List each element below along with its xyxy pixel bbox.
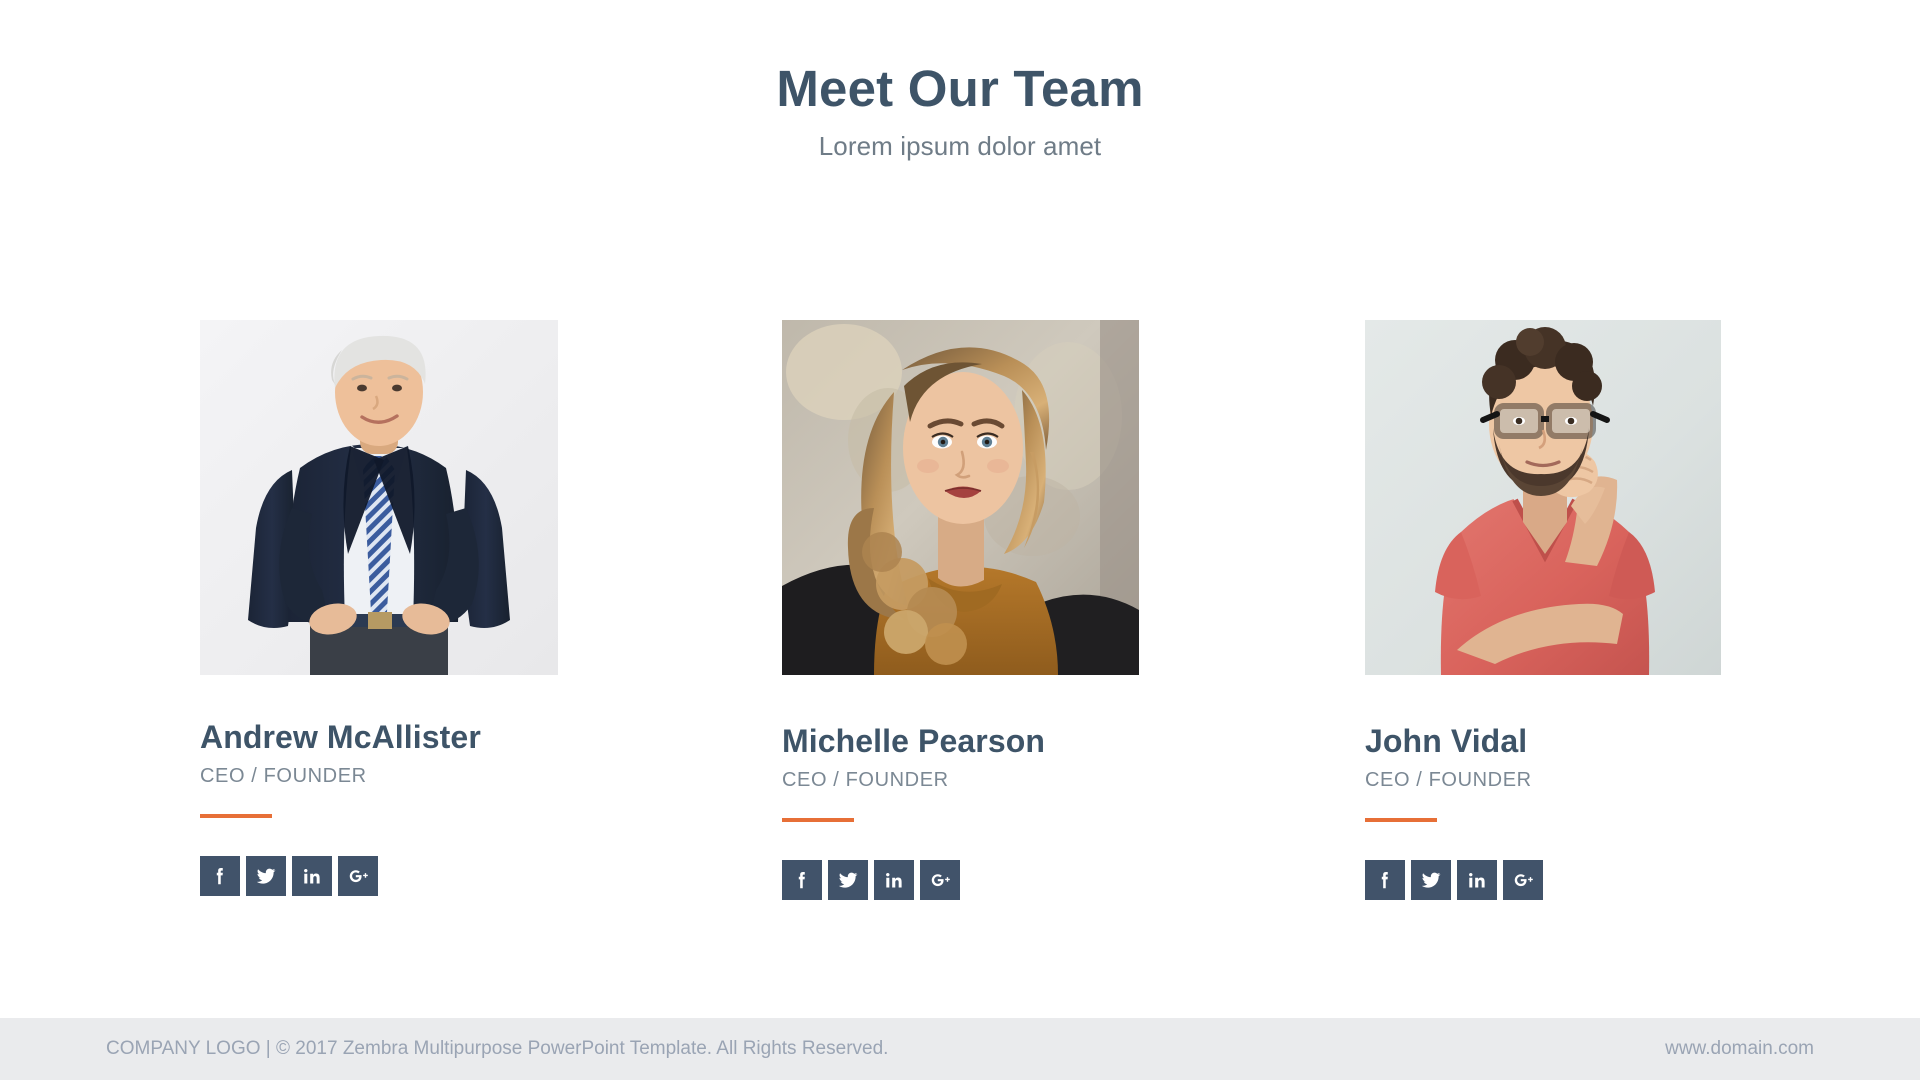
- member-name: Michelle Pearson: [782, 723, 1046, 759]
- social-links: [1365, 860, 1725, 901]
- member-role: CEO / FOUNDER: [782, 769, 949, 792]
- social-links: [782, 860, 1142, 901]
- footer-copyright: COMPANY LOGO | © 2017 Zembra Multipurpos…: [106, 1038, 889, 1059]
- slide-header: Meet Our Team Lorem ipsum dolor amet: [0, 0, 1920, 162]
- member-photo: [1365, 320, 1721, 675]
- slide-footer: COMPANY LOGO | © 2017 Zembra Multipurpos…: [0, 1018, 1920, 1080]
- member-role: CEO / FOUNDER: [200, 765, 367, 788]
- member-name: John Vidal: [1365, 723, 1528, 759]
- twitter-icon[interactable]: [1411, 860, 1451, 901]
- accent-rule: [782, 818, 854, 823]
- member-info: John Vidal CEO / FOUNDER: [1365, 675, 1725, 901]
- linkedin-icon[interactable]: [874, 860, 914, 901]
- member-name: Andrew McAllister: [200, 719, 481, 755]
- member-role: CEO / FOUNDER: [1365, 769, 1532, 792]
- team-member-card[interactable]: Andrew McAllister CEO / FOUNDER: [200, 320, 560, 897]
- member-photo: [782, 320, 1139, 675]
- footer-website[interactable]: www.domain.com: [1665, 1038, 1814, 1060]
- linkedin-icon[interactable]: [1457, 860, 1497, 901]
- facebook-icon[interactable]: [1365, 860, 1405, 901]
- page-subtitle: Lorem ipsum dolor amet: [818, 131, 1102, 162]
- accent-rule: [200, 814, 272, 819]
- member-info: Andrew McAllister CEO / FOUNDER: [200, 675, 560, 897]
- google-plus-icon[interactable]: [1503, 860, 1543, 901]
- linkedin-icon[interactable]: [292, 856, 332, 897]
- social-links: [200, 856, 560, 897]
- member-photo: [200, 320, 558, 675]
- google-plus-icon[interactable]: [920, 860, 960, 901]
- twitter-icon[interactable]: [246, 856, 286, 897]
- team-member-card[interactable]: Michelle Pearson CEO / FOUNDER: [782, 320, 1142, 901]
- member-info: Michelle Pearson CEO / FOUNDER: [782, 675, 1142, 901]
- accent-rule: [1365, 818, 1437, 823]
- team-cards-row: Andrew McAllister CEO / FOUNDER Michelle…: [0, 320, 1920, 960]
- team-member-card[interactable]: John Vidal CEO / FOUNDER: [1365, 320, 1725, 901]
- google-plus-icon[interactable]: [338, 856, 378, 897]
- page-title: Meet Our Team: [776, 60, 1144, 117]
- facebook-icon[interactable]: [782, 860, 822, 901]
- facebook-icon[interactable]: [200, 856, 240, 897]
- slide-root: Meet Our Team Lorem ipsum dolor amet And…: [0, 0, 1920, 1080]
- twitter-icon[interactable]: [828, 860, 868, 901]
